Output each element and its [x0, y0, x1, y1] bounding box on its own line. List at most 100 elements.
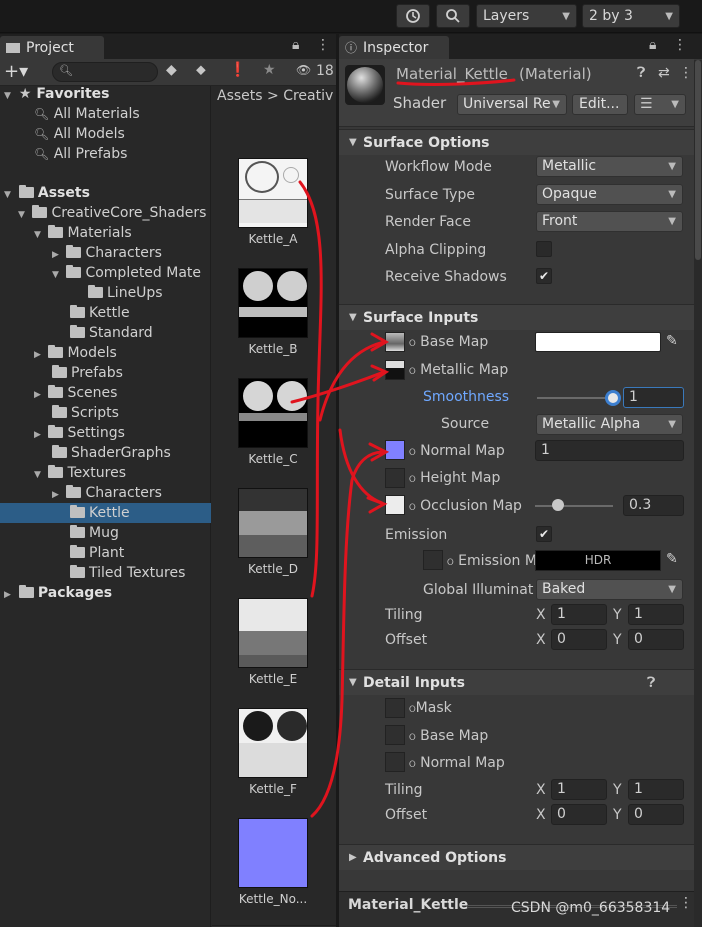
- receive-shadows-checkbox[interactable]: ✔: [536, 268, 552, 284]
- tree-item[interactable]: Kettle: [70, 303, 130, 323]
- breadcrumb-root[interactable]: Assets: [217, 88, 263, 104]
- project-search-input[interactable]: 🔍︎: [52, 62, 158, 82]
- advanced-options-header[interactable]: ▶ Advanced Options: [339, 844, 694, 870]
- tree-item[interactable]: ▼ Materials: [34, 223, 132, 243]
- star-icon[interactable]: ★: [263, 62, 276, 78]
- metallic-map-texture-slot[interactable]: [385, 360, 405, 380]
- detail-offset-y-input[interactable]: 0: [628, 804, 684, 825]
- layout-dropdown[interactable]: 2 by 3 ▼: [582, 4, 680, 28]
- more-menu-icon[interactable]: ⋮: [673, 37, 687, 53]
- eyedropper-icon[interactable]: ✎: [666, 551, 678, 567]
- occlusion-slider[interactable]: [535, 505, 613, 507]
- workflow-mode-dropdown[interactable]: Metallic ▼: [536, 156, 683, 177]
- base-map-texture-slot[interactable]: [385, 332, 405, 352]
- detail-base-map-texture-slot[interactable]: [385, 725, 405, 745]
- favorite-item[interactable]: 🔍︎ All Prefabs: [34, 144, 127, 164]
- detail-base-map-label[interactable]: ଠ Base Map: [409, 728, 488, 744]
- detail-mask-texture-slot[interactable]: [385, 698, 405, 718]
- surface-options-header[interactable]: ▼ Surface Options: [339, 129, 694, 155]
- tree-item[interactable]: Plant: [70, 543, 124, 563]
- detail-mask-label[interactable]: ଠMask: [409, 700, 452, 716]
- smoothness-slider[interactable]: [537, 397, 613, 399]
- emission-checkbox[interactable]: ✔: [536, 526, 552, 542]
- preset-settings-icon[interactable]: ⇄: [658, 65, 670, 81]
- tree-item[interactable]: ▼ CreativeCore_Shaders: [18, 203, 206, 223]
- tree-item[interactable]: ▶ Scenes: [34, 383, 117, 403]
- tree-item[interactable]: ▼ Completed Mate: [52, 263, 201, 283]
- base-map-label[interactable]: ଠ Base Map: [409, 334, 488, 350]
- normal-scale-input[interactable]: 1: [535, 440, 684, 461]
- breadcrumb-current[interactable]: Creativ: [283, 88, 333, 104]
- height-map-label[interactable]: ଠ Height Map: [409, 470, 500, 486]
- tree-item[interactable]: Standard: [70, 323, 153, 343]
- tree-item[interactable]: Mug: [70, 523, 119, 543]
- detail-normal-map-label[interactable]: ଠ Normal Map: [409, 755, 505, 771]
- shader-dropdown[interactable]: Universal Re ▼: [457, 94, 567, 115]
- tree-item[interactable]: ▶ Characters: [52, 243, 162, 263]
- emission-map-texture-slot[interactable]: [423, 550, 443, 570]
- surface-inputs-header[interactable]: ▼ Surface Inputs: [339, 304, 694, 330]
- lock-icon[interactable]: 🔒︎: [649, 37, 656, 53]
- tree-item[interactable]: ▶ Models: [34, 343, 117, 363]
- offset-y-input[interactable]: 0: [628, 629, 684, 650]
- offset-x-input[interactable]: 0: [551, 629, 607, 650]
- normal-map-texture-slot[interactable]: [385, 440, 405, 460]
- tiling-y-input[interactable]: 1: [628, 604, 684, 625]
- eyedropper-icon[interactable]: ✎: [666, 333, 678, 349]
- tree-item[interactable]: LineUps: [88, 283, 163, 303]
- label-tag-icon[interactable]: ⬥: [196, 62, 206, 78]
- lock-icon[interactable]: 🔒︎: [292, 37, 299, 53]
- global-illumination-dropdown[interactable]: Baked ▼: [536, 579, 683, 600]
- render-face-dropdown[interactable]: Front ▼: [536, 211, 683, 232]
- tab-project[interactable]: Project: [0, 36, 104, 59]
- favorites-header[interactable]: ▼ ★ Favorites: [0, 84, 109, 104]
- tab-inspector[interactable]: ⓘ Inspector: [339, 36, 449, 59]
- add-icon[interactable]: +▾: [4, 61, 28, 82]
- favorite-item[interactable]: 🔍︎ All Models: [34, 124, 125, 144]
- base-color-swatch[interactable]: [535, 332, 661, 352]
- help-icon[interactable]: ❓︎: [637, 65, 645, 81]
- tree-item[interactable]: Scripts: [52, 403, 119, 423]
- height-map-texture-slot[interactable]: [385, 468, 405, 488]
- scrollbar-thumb[interactable]: [695, 60, 701, 260]
- warning-icon[interactable]: ❗: [229, 62, 246, 78]
- inspector-scrollbar[interactable]: [694, 60, 702, 927]
- shader-options-dropdown[interactable]: ☰ ▼: [634, 94, 686, 115]
- tree-item[interactable]: ▶ Characters: [52, 483, 162, 503]
- normal-map-label[interactable]: ଠ Normal Map: [409, 443, 505, 459]
- occlusion-map-label[interactable]: ଠ Occlusion Map: [409, 498, 522, 514]
- tree-item[interactable]: Tiled Textures: [70, 563, 185, 583]
- detail-offset-x-input[interactable]: 0: [551, 804, 607, 825]
- edit-shader-button[interactable]: Edit...: [572, 94, 628, 115]
- filter-type-icon[interactable]: ◆: [166, 62, 177, 78]
- occlusion-input[interactable]: 0.3: [623, 495, 684, 516]
- tree-item[interactable]: Prefabs: [52, 363, 123, 383]
- occlusion-map-texture-slot[interactable]: [385, 495, 405, 515]
- occlusion-slider-handle[interactable]: [552, 499, 565, 511]
- more-menu-icon[interactable]: ⋮: [679, 895, 693, 911]
- smoothness-input[interactable]: 1: [623, 387, 684, 408]
- smoothness-source-dropdown[interactable]: Metallic Alpha ▼: [536, 414, 683, 435]
- hidden-packages-icon[interactable]: 👁︎: [296, 63, 311, 77]
- search-button[interactable]: [436, 4, 470, 28]
- more-menu-icon[interactable]: ⋮: [679, 65, 693, 81]
- layers-dropdown[interactable]: Layers ▼: [476, 4, 577, 28]
- metallic-map-label[interactable]: ଠ Metallic Map: [409, 362, 508, 378]
- packages-root[interactable]: ▶ Packages: [0, 583, 112, 603]
- tree-item[interactable]: ShaderGraphs: [52, 443, 171, 463]
- detail-inputs-header[interactable]: ▼ Detail Inputs ❓︎: [339, 669, 694, 695]
- emission-map-label[interactable]: ଠ Emission M: [447, 553, 535, 569]
- more-menu-icon[interactable]: ⋮: [316, 37, 330, 53]
- favorite-item[interactable]: 🔍︎ All Materials: [34, 104, 140, 124]
- tree-item[interactable]: ▶ Settings: [34, 423, 125, 443]
- emission-color-swatch[interactable]: HDR: [535, 550, 661, 571]
- detail-normal-map-texture-slot[interactable]: [385, 752, 405, 772]
- detail-tiling-x-input[interactable]: 1: [551, 779, 607, 800]
- tree-item[interactable]: ▼ Textures: [34, 463, 126, 483]
- help-icon[interactable]: ❓︎: [647, 670, 655, 696]
- tree-item-selected[interactable]: Kettle: [0, 503, 211, 523]
- assets-root[interactable]: ▼ Assets: [0, 183, 90, 203]
- detail-tiling-y-input[interactable]: 1: [628, 779, 684, 800]
- surface-type-dropdown[interactable]: Opaque ▼: [536, 184, 683, 205]
- history-button[interactable]: [396, 4, 430, 28]
